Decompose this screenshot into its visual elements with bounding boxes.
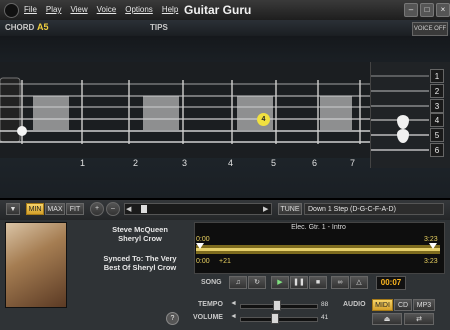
menu-voice[interactable]: Voice xyxy=(97,5,117,14)
audio-label: AUDIO xyxy=(343,301,366,308)
eject-icon[interactable]: ⏏ xyxy=(372,313,402,325)
metronome-icon[interactable]: △ xyxy=(350,276,368,289)
inlay-1 xyxy=(33,96,69,130)
string-button-3[interactable]: 3 xyxy=(430,99,444,113)
volume-slider-knob[interactable] xyxy=(271,313,279,324)
string-button-5[interactable]: 5 xyxy=(430,128,444,142)
loop-start-marker[interactable] xyxy=(196,243,204,249)
zoom-out-icon[interactable]: – xyxy=(106,202,120,216)
string-button-1[interactable]: 1 xyxy=(430,69,444,83)
fret-number-5: 5 xyxy=(271,158,277,168)
chord-value: A5 xyxy=(37,22,49,32)
music-note-icon[interactable]: ♫ xyxy=(229,276,247,289)
play-icon[interactable]: ▶ xyxy=(271,276,289,289)
fret-number-4: 4 xyxy=(228,158,234,168)
volume-label: VOLUME xyxy=(193,314,223,321)
tempo-label: TEMPO xyxy=(198,301,223,308)
menu-view[interactable]: View xyxy=(70,5,87,14)
chord-bar xyxy=(0,20,450,37)
current-time-display: 00:07 xyxy=(376,276,406,290)
string-button-2[interactable]: 2 xyxy=(430,84,444,98)
app-title: Guitar Guru xyxy=(184,3,252,17)
pause-icon[interactable]: ❚❚ xyxy=(290,276,308,289)
max-button[interactable]: MAX xyxy=(45,203,65,215)
tempo-value: 88 xyxy=(321,301,329,308)
fret-number-3: 3 xyxy=(182,158,188,168)
volume-slider[interactable] xyxy=(240,317,318,322)
tempo-icon: ◄ xyxy=(230,300,237,307)
time-start: 0:00 xyxy=(196,236,210,243)
album-line1: Synced To: The Very xyxy=(103,254,177,263)
song-label: SONG xyxy=(201,279,222,286)
string-button-6[interactable]: 6 xyxy=(430,143,444,157)
swap-icon[interactable]: ⇄ xyxy=(404,313,434,325)
repeat-icon[interactable]: ↻ xyxy=(248,276,266,289)
maximize-button[interactable]: □ xyxy=(420,3,434,17)
tips-label: TIPS xyxy=(150,23,168,32)
loop-end-marker[interactable] xyxy=(429,243,437,249)
speaker-icon: ◄ xyxy=(230,313,237,320)
zoom-in-icon[interactable]: + xyxy=(90,202,104,216)
loop-offset: +21 xyxy=(219,258,231,265)
fret-number-7: 7 xyxy=(350,158,356,168)
album-cover xyxy=(5,222,67,308)
minimize-button[interactable]: – xyxy=(404,3,418,17)
help-icon[interactable]: ? xyxy=(166,312,179,325)
track-name[interactable]: Elec. Gtr. 1 - Intro xyxy=(194,224,443,231)
menu-help[interactable]: Help xyxy=(162,5,178,14)
fretboard-svg xyxy=(0,62,370,158)
album-line2: Best Of Sheryl Crow xyxy=(103,263,177,272)
open-string-marker xyxy=(17,126,27,136)
midi-button[interactable]: MIDI xyxy=(372,299,393,311)
loop-end-time: 3:23 xyxy=(424,258,438,265)
fit-button[interactable]: FIT xyxy=(66,203,84,215)
collapse-button[interactable]: ▼ xyxy=(6,203,20,215)
menu-options[interactable]: Options xyxy=(125,5,153,14)
string-button-4[interactable]: 4 xyxy=(430,113,444,127)
timeline-highlight xyxy=(196,248,440,251)
mp3-button[interactable]: MP3 xyxy=(413,299,435,311)
fret-number-6: 6 xyxy=(312,158,318,168)
menu-bar: File Play View Voice Options Help xyxy=(24,5,178,14)
voice-off-button[interactable]: VOICE OFF xyxy=(412,22,448,36)
finger-marker: 4 xyxy=(257,113,270,126)
volume-value: 41 xyxy=(321,314,329,321)
scroll-thumb[interactable] xyxy=(141,205,147,213)
tempo-slider-knob[interactable] xyxy=(273,300,281,311)
tune-button[interactable]: TUNE xyxy=(278,203,302,215)
loop-icon[interactable]: ∞ xyxy=(331,276,349,289)
scroll-left-icon[interactable]: ◀ xyxy=(126,205,131,213)
scroll-right-icon[interactable]: ▶ xyxy=(263,205,268,213)
song-artist: Sheryl Crow xyxy=(118,234,162,243)
tuning-display[interactable]: Down 1 Step (D-G-C-F-A-D) xyxy=(304,203,444,215)
menu-file[interactable]: File xyxy=(24,5,37,14)
inlay-5 xyxy=(237,96,273,130)
close-button[interactable]: × xyxy=(436,3,450,17)
menu-play[interactable]: Play xyxy=(46,5,62,14)
fret-number-2: 2 xyxy=(133,158,139,168)
cd-button[interactable]: CD xyxy=(394,299,412,311)
guitar-neck xyxy=(0,62,370,158)
loop-start-time: 0:00 xyxy=(196,258,210,265)
inlay-7 xyxy=(320,96,352,130)
fret-number-1: 1 xyxy=(80,158,86,168)
song-title-line1: Steve McQueen xyxy=(112,225,168,234)
inlay-3 xyxy=(143,96,179,130)
chord-label: CHORD xyxy=(5,23,35,32)
app-logo-icon[interactable] xyxy=(4,3,19,18)
time-end: 3:23 xyxy=(424,236,438,243)
stop-icon[interactable]: ■ xyxy=(309,276,327,289)
min-button[interactable]: MIN xyxy=(26,203,44,215)
